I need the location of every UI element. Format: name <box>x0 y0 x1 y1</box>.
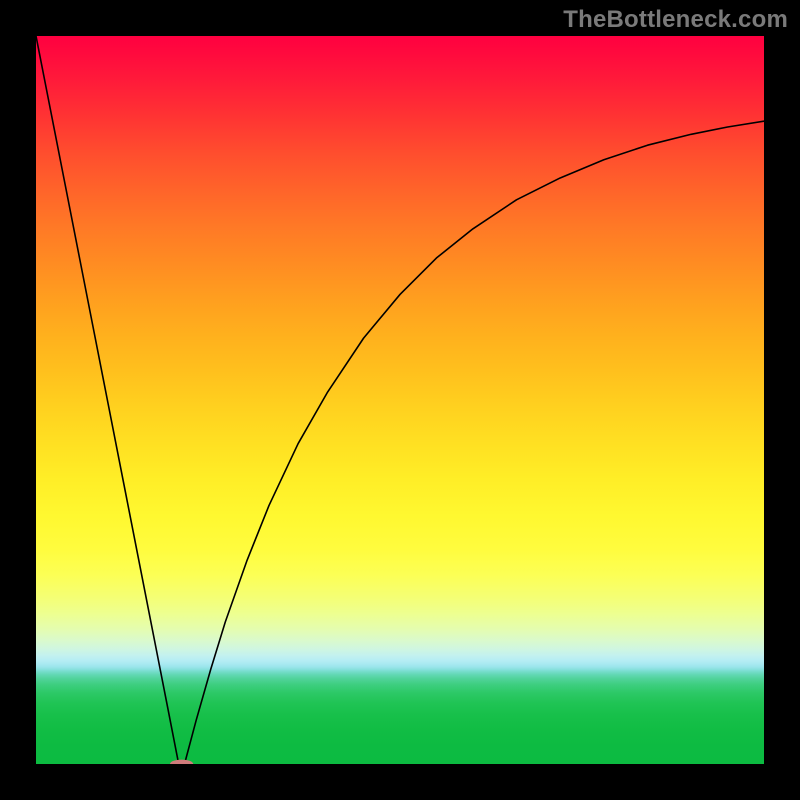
plot-background-gradient <box>36 36 764 764</box>
chart-frame: TheBottleneck.com <box>0 0 800 800</box>
watermark-text: TheBottleneck.com <box>563 6 788 34</box>
